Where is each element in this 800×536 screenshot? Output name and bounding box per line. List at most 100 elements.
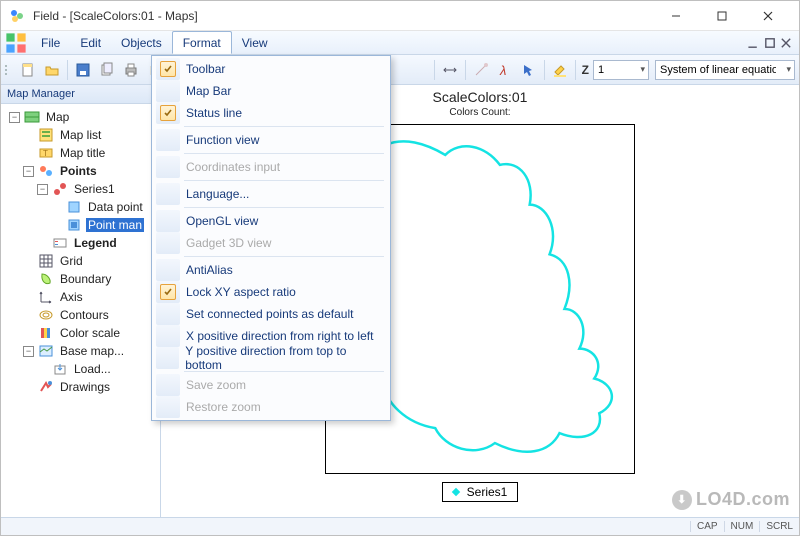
tree-item-contours[interactable]: Contours (3, 306, 158, 324)
menu-item-function-view[interactable]: Function view (154, 129, 388, 151)
menu-item-label: AntiAlias (186, 263, 233, 277)
tree-expander[interactable]: − (23, 166, 34, 177)
statusbar: CAP NUM SCRL (1, 517, 799, 535)
legend-label: Series1 (467, 485, 508, 499)
tree-item-drawings[interactable]: Drawings (3, 378, 158, 396)
legend-box: Series1 (442, 482, 519, 502)
maplist-icon (38, 127, 54, 143)
menu-item-toolbar[interactable]: Toolbar (154, 58, 388, 80)
z-value-select[interactable] (593, 60, 649, 80)
minimize-button[interactable] (653, 1, 699, 31)
menu-item-y-positive-direction-from-top-to-bottom[interactable]: Y positive direction from top to bottom (154, 347, 388, 369)
menu-item-language-[interactable]: Language... (154, 183, 388, 205)
tree-item-load-[interactable]: Load... (3, 360, 158, 378)
menu-item-label: Toolbar (186, 62, 225, 76)
tree-item-data-point[interactable]: Data point (3, 198, 158, 216)
menu-edit[interactable]: Edit (70, 31, 111, 54)
svg-text:λ: λ (499, 63, 506, 78)
grid-icon (38, 253, 54, 269)
tree-item-grid[interactable]: Grid (3, 252, 158, 270)
print-button[interactable] (120, 59, 142, 81)
points-icon (38, 163, 54, 179)
menu-separator (184, 180, 384, 181)
menu-item-map-bar[interactable]: Map Bar (154, 80, 388, 102)
open-file-button[interactable] (41, 59, 63, 81)
mdi-minimize-button[interactable] (747, 36, 761, 50)
canvas-title: ScaleColors:01 (433, 89, 528, 105)
pointer-dropdown-button[interactable] (518, 59, 540, 81)
app-window: Field - [ScaleColors:01 - Maps] FileEdit… (0, 0, 800, 536)
tree-label: Legend (72, 236, 119, 250)
highlight-dropdown-button[interactable] (549, 59, 571, 81)
wand-disabled-icon (470, 59, 492, 81)
menu-gutter (156, 232, 180, 254)
z-label: Z (580, 59, 591, 81)
tree-item-axis[interactable]: Axis (3, 288, 158, 306)
close-button[interactable] (745, 1, 791, 31)
menu-item-coordinates-input: Coordinates input (154, 156, 388, 178)
window-title: Field - [ScaleColors:01 - Maps] (33, 9, 653, 23)
menu-item-label: Coordinates input (186, 160, 280, 174)
menu-format[interactable]: Format (172, 31, 232, 54)
menu-objects[interactable]: Objects (111, 31, 172, 54)
menu-item-lock-xy-aspect-ratio[interactable]: Lock XY aspect ratio (154, 281, 388, 303)
tree-label: Base map... (58, 344, 126, 358)
save-button[interactable] (72, 59, 94, 81)
menu-item-label: X positive direction from right to left (186, 329, 373, 343)
menu-gutter (156, 156, 180, 178)
tree-item-boundary[interactable]: Boundary (3, 270, 158, 288)
menu-item-label: Save zoom (186, 378, 246, 392)
tree-item-color-scale[interactable]: Color scale (3, 324, 158, 342)
tree-item-series1[interactable]: −Series1 (3, 180, 158, 198)
tree-item-points[interactable]: − Points (3, 162, 158, 180)
tree-expander[interactable]: − (9, 112, 20, 123)
map-tree[interactable]: −MapMap listTMap title−Points−Series1Dat… (1, 104, 160, 517)
tree-expander (37, 238, 48, 249)
maximize-button[interactable] (699, 1, 745, 31)
lambda-icon[interactable]: λ (494, 59, 516, 81)
mdi-restore-button[interactable] (763, 36, 777, 50)
menu-item-opengl-view[interactable]: OpenGL view (154, 210, 388, 232)
tree-expander[interactable]: − (23, 346, 34, 357)
tree-item-legend[interactable]: Legend (3, 234, 158, 252)
status-num: NUM (724, 521, 754, 532)
tree-expander[interactable]: − (37, 184, 48, 195)
menu-item-antialias[interactable]: AntiAlias (154, 259, 388, 281)
datapoint-icon (66, 199, 82, 215)
new-file-button[interactable] (17, 59, 39, 81)
tree-label: Boundary (58, 272, 113, 286)
mdi-close-button[interactable] (779, 36, 793, 50)
tree-label: Load... (72, 362, 113, 376)
tree-label: Axis (58, 290, 85, 304)
tree-item-map[interactable]: −Map (3, 108, 158, 126)
system-select[interactable] (655, 60, 795, 80)
menu-item-status-line[interactable]: Status line (154, 102, 388, 124)
tree-expander (37, 364, 48, 375)
tree-item-point-man[interactable]: Point man (3, 216, 158, 234)
tree-expander (23, 292, 34, 303)
mdi-controls (747, 31, 799, 54)
menu-item-set-connected-points-as-default[interactable]: Set connected points as default (154, 303, 388, 325)
tree-expander (23, 310, 34, 321)
status-scrl: SCRL (759, 521, 793, 532)
colorscale-icon (38, 325, 54, 341)
menu-file[interactable]: File (31, 31, 70, 54)
menu-gutter (156, 183, 180, 205)
menu-view[interactable]: View (232, 31, 278, 54)
tree-label: Map list (58, 128, 103, 142)
tree-label: Color scale (58, 326, 122, 340)
tree-label: Points (58, 164, 99, 178)
tree-item-base-map-[interactable]: − Base map... (3, 342, 158, 360)
load-icon (52, 361, 68, 377)
svg-text:T: T (43, 149, 48, 158)
tree-label: Map title (58, 146, 107, 160)
arrow-left-right-icon[interactable] (439, 59, 461, 81)
copy-button[interactable] (96, 59, 118, 81)
menu-gutter (156, 210, 180, 232)
tree-label: Grid (58, 254, 85, 268)
tree-item-map-title[interactable]: T Map title (3, 144, 158, 162)
menu-gutter (156, 281, 180, 303)
tree-item-map-list[interactable]: Map list (3, 126, 158, 144)
toolbar-grip[interactable] (5, 60, 11, 80)
menu-gutter (156, 259, 180, 281)
